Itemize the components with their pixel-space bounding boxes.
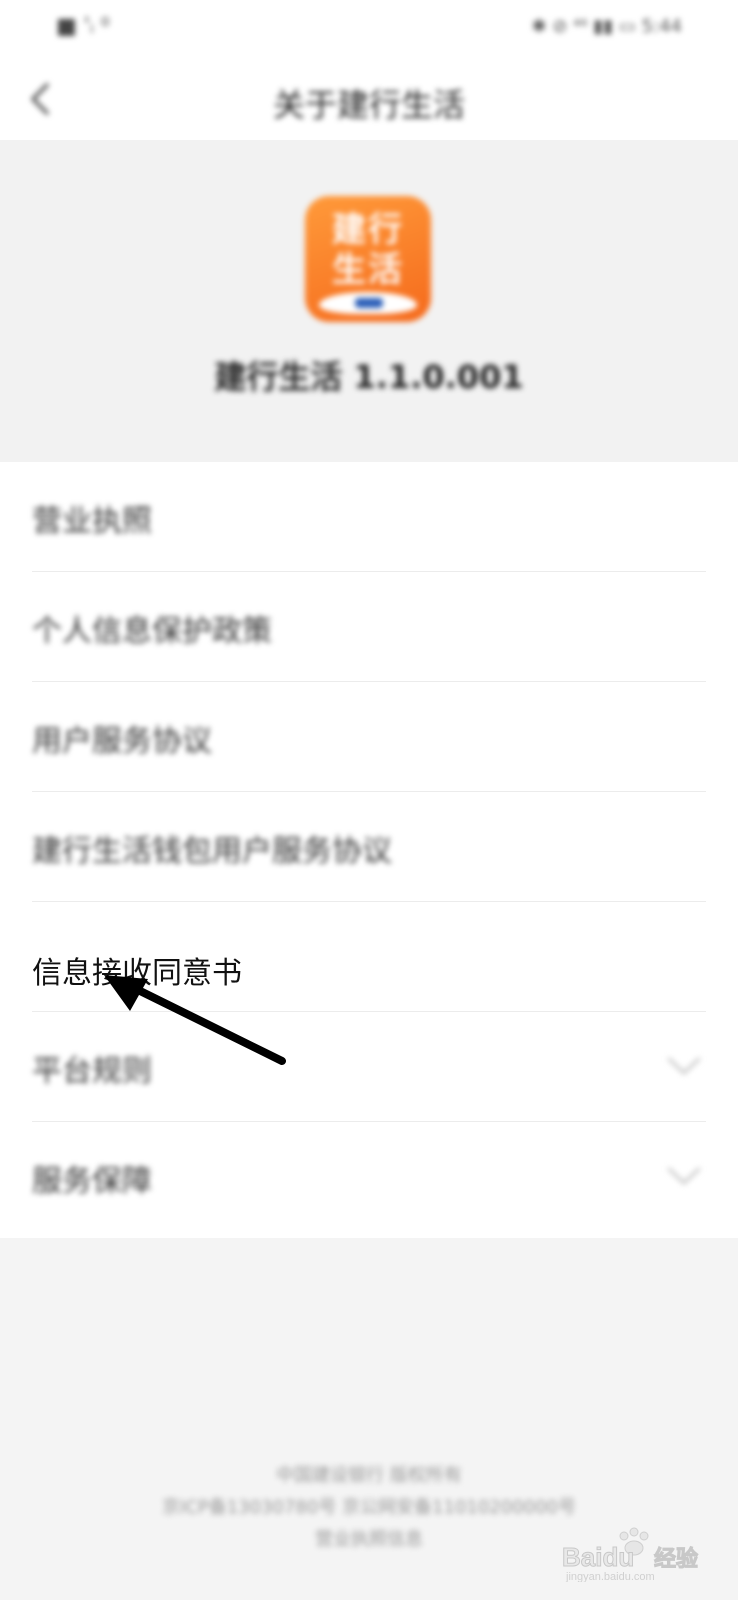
- app-logo-base: [319, 292, 417, 314]
- menu-item-user-agreement[interactable]: 用户服务协议: [0, 682, 738, 792]
- chevron-down-icon: [667, 1167, 701, 1185]
- app-version: 建行生活 1.1.0.001: [214, 358, 524, 396]
- chevron-down-icon: [667, 1057, 701, 1075]
- watermark-url: jingyan.baidu.com: [565, 1571, 655, 1582]
- menu-item-label: 服务保障: [32, 1164, 152, 1199]
- menu-item-service-guarantee[interactable]: 服务保障: [0, 1122, 738, 1232]
- status-bar: ■ 'ᵢ ⁰ ✱ ⊘ ⁴⁶ ▮▮ ▭ 5:44: [0, 0, 738, 60]
- menu-item-label: 用户服务协议: [32, 724, 212, 759]
- footer-copyright: 中国建设银行 版权所有: [276, 1465, 462, 1486]
- menu-item-business-license[interactable]: 营业执照: [0, 462, 738, 572]
- menu-item-wallet-agreement[interactable]: 建行生活钱包用户服务协议: [0, 792, 738, 902]
- menu-item-label: 个人信息保护政策: [32, 614, 272, 649]
- status-left-icons: ■ 'ᵢ ⁰: [56, 14, 110, 39]
- app-logo-text: 建行生活: [332, 210, 404, 290]
- baidu-paw-icon: Baidu 经验 jingyan.baidu.com: [562, 1527, 699, 1583]
- annotation-arrow-icon: [104, 975, 286, 1065]
- status-right-icons: ✱ ⊘ ⁴⁶ ▮▮ ▭ 5:44: [531, 16, 682, 37]
- menu-item-privacy-policy[interactable]: 个人信息保护政策: [0, 572, 738, 682]
- about-menu-list: 营业执照 个人信息保护政策 用户服务协议 建行生活钱包用户服务协议 平台规则 服…: [0, 462, 738, 1238]
- footer-icp: 京ICP备13030780号 京公网安备11010200000号: [161, 1497, 577, 1518]
- menu-item-label: 建行生活钱包用户服务协议: [32, 834, 392, 869]
- menu-item-label: 营业执照: [32, 504, 152, 539]
- app-header: 建行生活 建行生活 1.1.0.001: [0, 140, 738, 462]
- baidu-watermark-logo: Baidu 经验 jingyan.baidu.com: [562, 1526, 702, 1583]
- nav-bar: 关于建行生活: [0, 60, 738, 140]
- watermark-brand: Baidu: [562, 1542, 634, 1572]
- page-title: 关于建行生活: [272, 86, 465, 124]
- app-logo-icon: 建行生活: [305, 196, 431, 322]
- watermark-tag: 经验: [654, 1546, 698, 1572]
